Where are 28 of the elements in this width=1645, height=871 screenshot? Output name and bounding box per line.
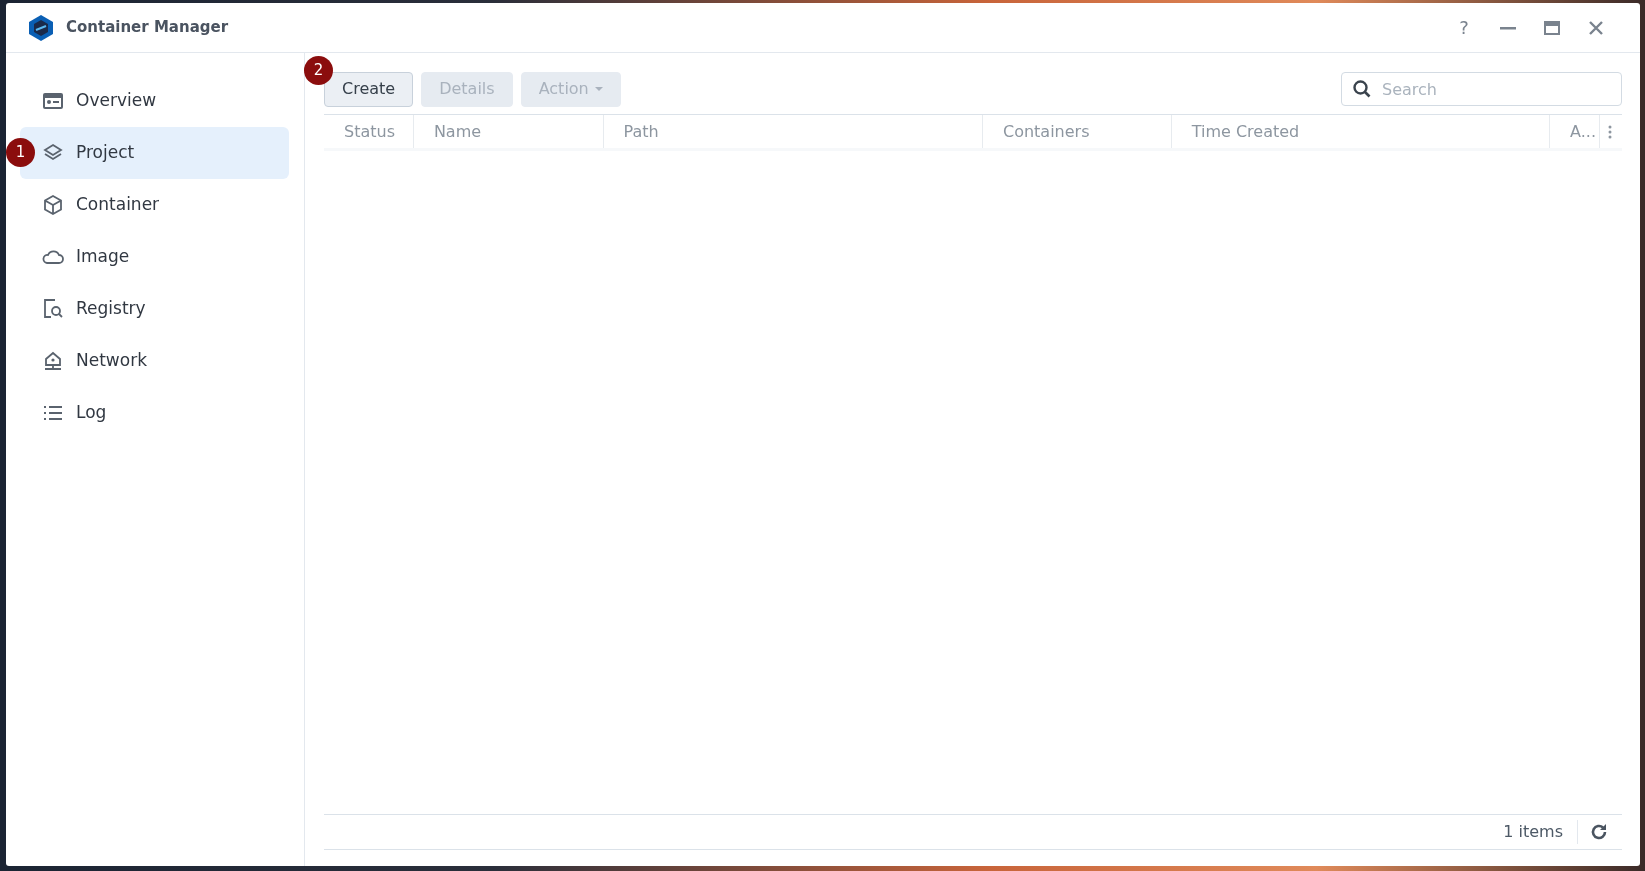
house-network-icon	[42, 350, 64, 372]
search-icon	[1353, 80, 1371, 98]
sidebar-item[interactable]: Network	[20, 335, 289, 387]
sidebar-item[interactable]: Registry	[20, 283, 289, 335]
list-icon	[42, 404, 64, 422]
search-field[interactable]: Search	[1341, 72, 1622, 106]
column-header[interactable]: A...	[1550, 115, 1601, 148]
help-button[interactable]: ?	[1444, 12, 1484, 43]
layers-icon	[42, 143, 64, 163]
cloud-icon	[42, 248, 64, 266]
sidebar-item[interactable]: Overview	[20, 75, 289, 127]
app-logo-icon	[28, 13, 54, 42]
more-options-icon[interactable]	[1608, 124, 1613, 139]
id-card-icon	[42, 91, 64, 111]
cube-icon	[42, 194, 64, 216]
column-header[interactable]: Status	[324, 115, 414, 148]
sidebar-item[interactable]: Log	[20, 387, 289, 439]
column-header[interactable]: Name	[413, 115, 604, 148]
toolbar-button[interactable]: Create	[324, 71, 414, 107]
column-header[interactable]: Containers	[982, 115, 1172, 148]
step-marker: 2	[304, 55, 333, 85]
column-header[interactable]: Path	[603, 115, 983, 148]
column-header[interactable]: Time Created	[1171, 115, 1551, 148]
sidebar-item[interactable]: Container	[20, 179, 289, 231]
window-title: Container Manager	[66, 17, 229, 39]
document-search-icon	[42, 298, 64, 320]
sidebar-item[interactable]: Image	[20, 231, 289, 283]
item-count: 1 items	[1503, 820, 1578, 844]
